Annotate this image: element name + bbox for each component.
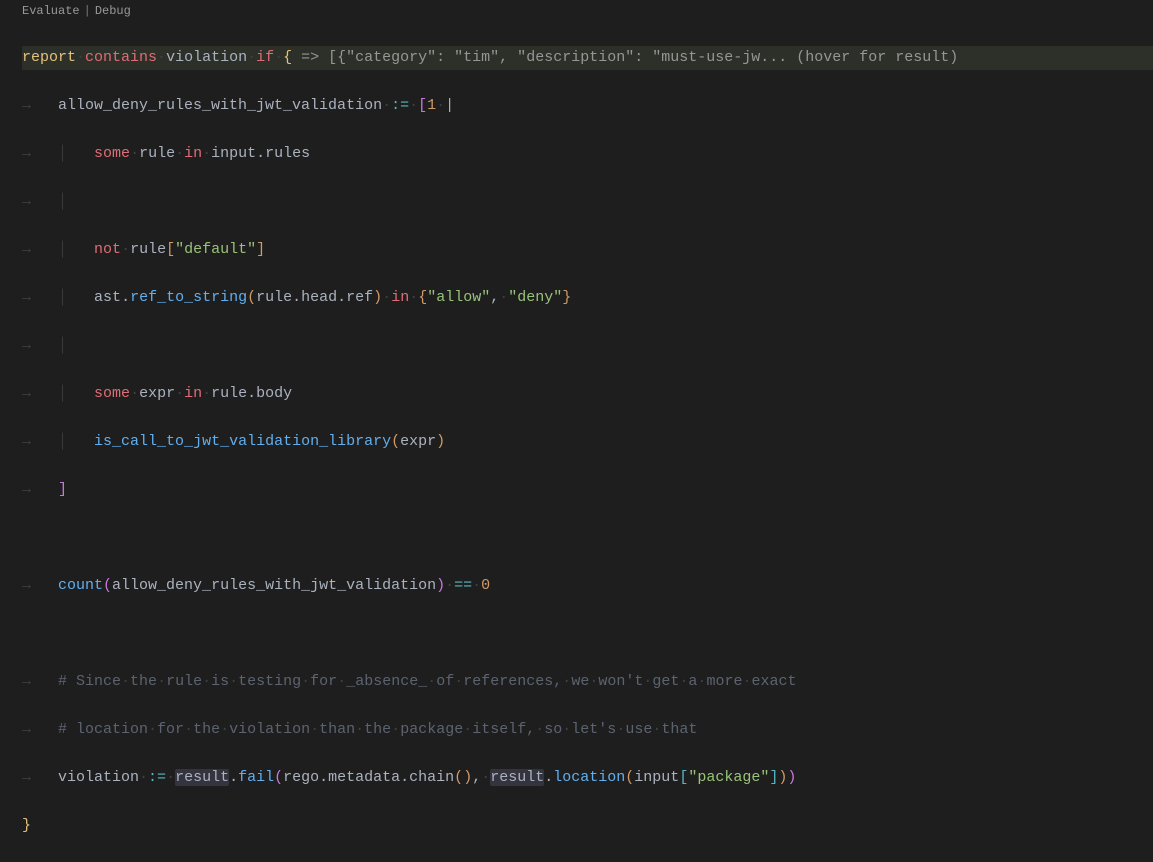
token-ident: rego.metadata.chain xyxy=(283,769,454,786)
codelens-debug[interactable]: Debug xyxy=(95,4,131,18)
token-comment: # Since·the·rule·is·testing·for·_absence… xyxy=(58,673,796,690)
code-line[interactable]: → │ ast.ref_to_string(rule.head.ref)·in·… xyxy=(22,286,1153,310)
token-ident: rule.body xyxy=(211,385,292,402)
code-line[interactable]: } xyxy=(22,814,1153,838)
token-brace: } xyxy=(562,289,571,306)
token-brace: } xyxy=(22,817,31,834)
token-string: "package" xyxy=(688,769,769,786)
token-op: := xyxy=(391,97,409,114)
token-function: ref_to_string xyxy=(130,289,247,306)
token-ident: rule xyxy=(139,145,175,162)
token-ident: result xyxy=(490,769,544,786)
inlay-hint[interactable]: => [{"category": "tim", "description": "… xyxy=(292,49,958,66)
token-paren: ) xyxy=(436,433,445,450)
token-paren: ) xyxy=(778,769,787,786)
token-ident: expr xyxy=(400,433,436,450)
token-number: 0 xyxy=(481,577,490,594)
token-bracket: ] xyxy=(769,769,778,786)
code-line[interactable]: → ] xyxy=(22,478,1153,502)
token-keyword: in xyxy=(391,289,409,306)
token-ident: rule.head.ref xyxy=(256,289,373,306)
token-ident: allow_deny_rules_with_jwt_validation xyxy=(112,577,436,594)
token-ident: allow_deny_rules_with_jwt_validation xyxy=(58,97,382,114)
token-keyword: contains xyxy=(85,49,157,66)
token-ident: ast xyxy=(94,289,121,306)
token-brace: { xyxy=(418,289,427,306)
token-function: fail xyxy=(238,769,274,786)
token-brace: { xyxy=(283,49,292,66)
token-paren: ) xyxy=(463,769,472,786)
code-line[interactable]: → │ not·rule["default"] xyxy=(22,238,1153,262)
token-bracket: [ xyxy=(418,97,427,114)
token-bracket: ] xyxy=(256,241,265,258)
token-comment: # location·for·the·violation·than·the·pa… xyxy=(58,721,697,738)
token-paren: ( xyxy=(103,577,112,594)
token-bracket: [ xyxy=(166,241,175,258)
token-paren: ) xyxy=(373,289,382,306)
token-paren: ( xyxy=(454,769,463,786)
code-line[interactable]: → # Since·the·rule·is·testing·for·_absen… xyxy=(22,670,1153,694)
code-editor[interactable]: report·contains·violation·if·{ => [{"cat… xyxy=(0,22,1153,862)
code-line[interactable]: report·contains·violation·if·{ => [{"cat… xyxy=(22,46,1153,70)
token-string: "default" xyxy=(175,241,256,258)
codelens-bar: Evaluate | Debug xyxy=(0,0,1153,22)
token-keyword: some xyxy=(94,145,130,162)
token-paren: ( xyxy=(274,769,283,786)
token-bracket: [ xyxy=(679,769,688,786)
token-bracket: ] xyxy=(58,481,67,498)
token-paren: ( xyxy=(625,769,634,786)
code-line[interactable]: → violation·:=·result.fail(rego.metadata… xyxy=(22,766,1153,790)
code-line[interactable]: → count(allow_deny_rules_with_jwt_valida… xyxy=(22,574,1153,598)
token-keyword: if xyxy=(256,49,274,66)
token-ident: input xyxy=(634,769,679,786)
token-keyword: not xyxy=(94,241,121,258)
token-function: count xyxy=(58,577,103,594)
token-ident: input.rules xyxy=(211,145,310,162)
token-ident: violation xyxy=(166,49,247,66)
token-paren: ( xyxy=(391,433,400,450)
code-line[interactable] xyxy=(22,622,1153,646)
code-line[interactable]: → │ some·rule·in·input.rules xyxy=(22,142,1153,166)
code-line[interactable]: → # location·for·the·violation·than·the·… xyxy=(22,718,1153,742)
codelens-evaluate[interactable]: Evaluate xyxy=(22,4,80,18)
token-function: location xyxy=(553,769,625,786)
codelens-separator: | xyxy=(84,4,91,18)
token-paren: ) xyxy=(787,769,796,786)
token-keyword: some xyxy=(94,385,130,402)
token-ident: rule xyxy=(130,241,166,258)
token-ident: report xyxy=(22,49,76,66)
code-line[interactable]: → │ xyxy=(22,334,1153,358)
code-line[interactable]: → │ some·expr·in·rule.body xyxy=(22,382,1153,406)
token-number: 1 xyxy=(427,97,436,114)
code-line[interactable]: → allow_deny_rules_with_jwt_validation·:… xyxy=(22,94,1153,118)
token-string: "allow" xyxy=(427,289,490,306)
token-op: := xyxy=(148,769,166,786)
token-ident: expr xyxy=(139,385,175,402)
token-paren: ( xyxy=(247,289,256,306)
code-line[interactable] xyxy=(22,526,1153,550)
token-keyword: in xyxy=(184,385,202,402)
token-op: == xyxy=(454,577,472,594)
code-line[interactable]: → │ xyxy=(22,190,1153,214)
token-ident: violation xyxy=(58,769,139,786)
token-ident: result xyxy=(175,769,229,786)
token-string: "deny" xyxy=(508,289,562,306)
token-keyword: in xyxy=(184,145,202,162)
token-function: is_call_to_jwt_validation_library xyxy=(94,433,391,450)
token-paren: ) xyxy=(436,577,445,594)
code-line[interactable]: → │ is_call_to_jwt_validation_library(ex… xyxy=(22,430,1153,454)
token-pipe: | xyxy=(445,97,454,114)
